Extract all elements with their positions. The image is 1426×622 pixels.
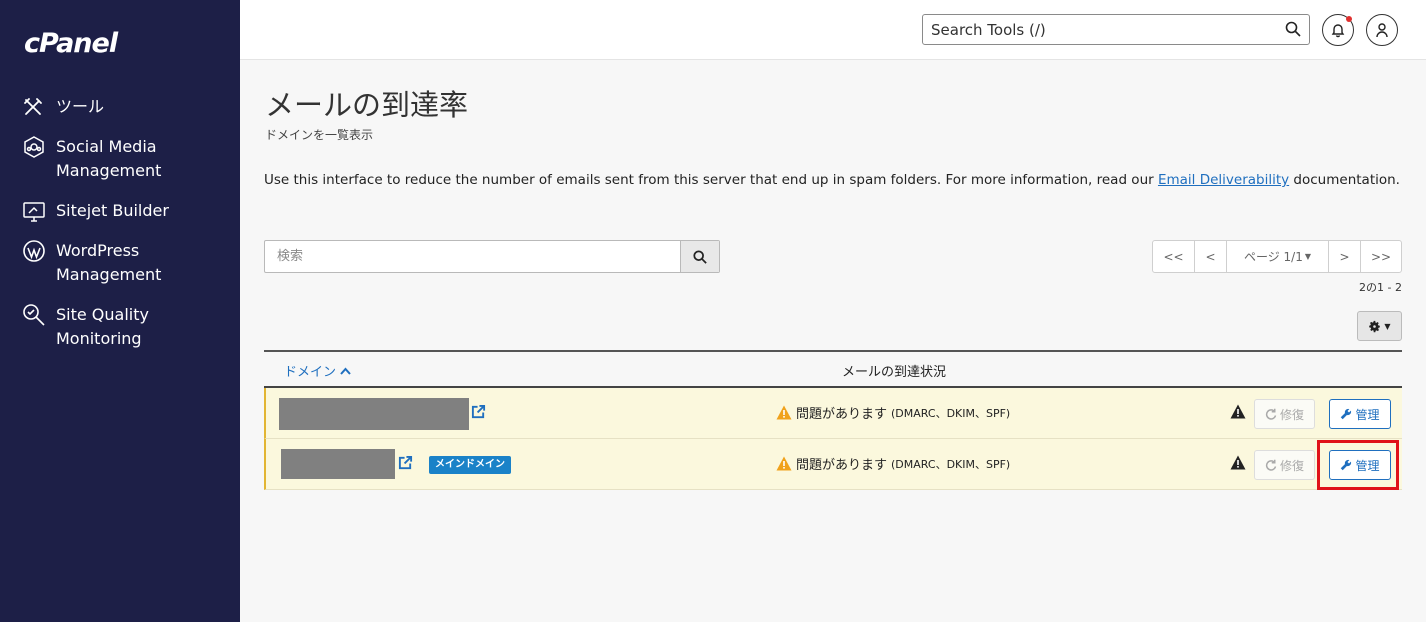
user-icon <box>1376 23 1388 38</box>
sidebar-item-label: WordPress Management <box>56 241 162 284</box>
page-subtitle: ドメインを一覧表示 <box>265 128 374 142</box>
warning-icon <box>776 456 792 471</box>
sidebar-item-label: Social Media Management <box>56 137 162 180</box>
pager-prev-button[interactable]: < <box>1195 241 1227 272</box>
refresh-icon <box>1265 459 1277 471</box>
manage-button-label: 管理 <box>1355 407 1380 422</box>
deliverability-status: 問題があります (DMARC、DKIM、SPF) <box>776 403 1010 422</box>
page-description: Use this interface to reduce the number … <box>264 172 1400 188</box>
external-link-icon[interactable] <box>471 404 486 423</box>
table-row: メインドメイン 問題があります (DMARC、DKIM、SPF) 修復 管理 <box>264 439 1402 490</box>
sidebar-item-label: ツール <box>56 97 105 116</box>
result-range: 2の1 - 2 <box>1359 281 1402 294</box>
search-icon <box>693 249 707 264</box>
pager-page-label: ページ 1/1 <box>1243 250 1303 264</box>
status-detail: (DMARC、DKIM、SPF) <box>891 406 1011 420</box>
top-header <box>240 0 1426 60</box>
sidebar-item-label: Sitejet Builder <box>56 201 169 220</box>
main-domain-badge: メインドメイン <box>429 456 511 474</box>
pager-next-button[interactable]: > <box>1329 241 1361 272</box>
social-media-icon <box>22 135 48 159</box>
redacted-domain <box>281 449 395 479</box>
notifications-button[interactable] <box>1322 14 1354 46</box>
domain-search-box <box>264 240 720 273</box>
column-header-domain[interactable]: ドメイン <box>284 361 351 380</box>
column-header-domain-label: ドメイン <box>284 365 337 380</box>
external-link-icon[interactable] <box>398 455 413 474</box>
warning-icon <box>776 405 792 420</box>
sidebar-item-social-media[interactable]: Social Media Management <box>22 135 206 183</box>
sort-ascending-icon <box>340 367 351 375</box>
domains-table: ドメイン メールの到達状況 問題があります (DMARC、DKIM、SPF) 修… <box>264 350 1402 490</box>
sidebar-item-site-quality[interactable]: Site Quality Monitoring <box>22 303 206 351</box>
caret-down-icon: ▼ <box>1384 321 1391 331</box>
page-title: メールの到達率 <box>265 88 469 122</box>
repair-button-label: 修復 <box>1279 458 1304 473</box>
search-tools-box <box>922 14 1310 45</box>
status-detail: (DMARC、DKIM、SPF) <box>891 457 1011 471</box>
email-deliverability-link[interactable]: Email Deliverability <box>1158 172 1289 188</box>
column-header-status: メールの到達状況 <box>842 365 947 380</box>
gear-icon <box>1369 320 1381 332</box>
site-quality-icon <box>22 303 48 327</box>
cpanel-logo[interactable]: cPanel <box>24 28 118 59</box>
search-icon[interactable] <box>1285 21 1301 41</box>
tools-icon <box>22 95 48 119</box>
domain-search-button[interactable] <box>680 241 719 272</box>
warning-icon <box>1230 455 1246 474</box>
warning-icon <box>1230 404 1246 423</box>
bell-icon <box>1331 24 1345 38</box>
sidebar-item-label: Site Quality Monitoring <box>56 305 149 348</box>
status-label: 問題があります <box>796 407 888 422</box>
repair-button-label: 修復 <box>1279 407 1304 422</box>
table-row: 問題があります (DMARC、DKIM、SPF) 修復 管理 <box>264 388 1402 439</box>
sidebar: cPanel ツール Social Media Management Sitej… <box>0 0 240 622</box>
wordpress-icon <box>22 239 48 263</box>
refresh-icon <box>1265 408 1277 420</box>
manage-button[interactable]: 管理 <box>1329 399 1391 429</box>
repair-button[interactable]: 修復 <box>1254 450 1315 480</box>
description-text-end: documentation. <box>1289 172 1400 188</box>
pager-page-select[interactable]: ページ 1/1 ▼ <box>1227 241 1329 272</box>
pagination: << < ページ 1/1 ▼ > >> <box>1152 240 1402 273</box>
wrench-icon <box>1341 408 1352 420</box>
sidebar-item-sitejet[interactable]: Sitejet Builder <box>22 199 206 223</box>
highlight-box <box>1317 440 1399 490</box>
user-menu-button[interactable] <box>1366 14 1398 46</box>
table-header: ドメイン メールの到達状況 <box>264 350 1402 388</box>
status-label: 問題があります <box>796 458 888 473</box>
settings-dropdown-button[interactable]: ▼ <box>1357 311 1402 341</box>
caret-down-icon: ▼ <box>1304 252 1312 261</box>
description-text: Use this interface to reduce the number … <box>264 172 1158 188</box>
notification-dot <box>1346 16 1352 22</box>
search-tools-input[interactable] <box>923 15 1263 44</box>
deliverability-status: 問題があります (DMARC、DKIM、SPF) <box>776 454 1010 473</box>
pager-last-button[interactable]: >> <box>1361 241 1401 272</box>
sidebar-item-wordpress[interactable]: WordPress Management <box>22 239 206 287</box>
domain-search-input[interactable] <box>265 241 680 272</box>
sitejet-icon <box>22 199 48 223</box>
redacted-domain <box>279 398 469 430</box>
sidebar-item-tools[interactable]: ツール <box>22 95 206 119</box>
pager-first-button[interactable]: << <box>1153 241 1195 272</box>
repair-button[interactable]: 修復 <box>1254 399 1315 429</box>
